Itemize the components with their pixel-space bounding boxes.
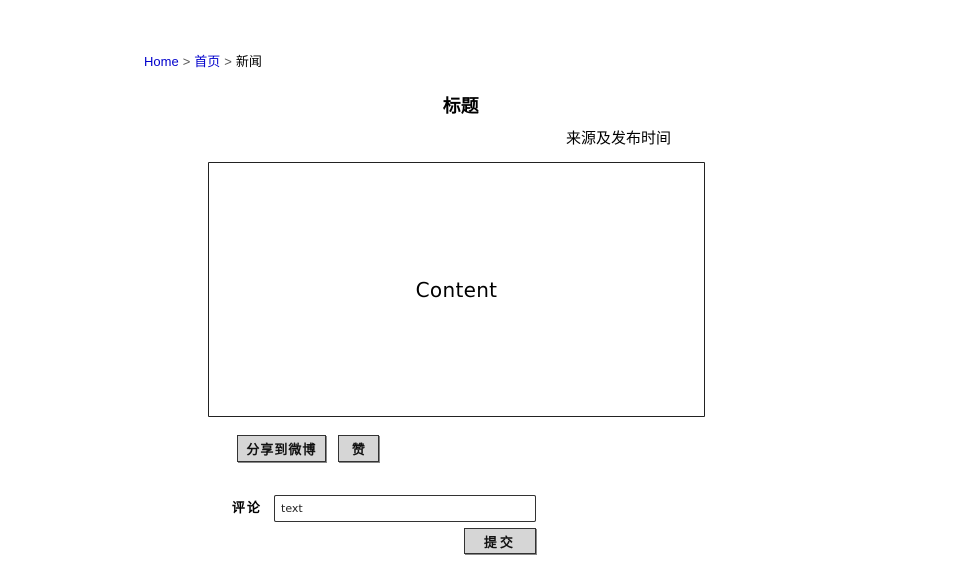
breadcrumb-index-link[interactable]: 首页 <box>194 54 220 69</box>
like-button[interactable]: 赞 <box>338 435 379 462</box>
submit-comment-button[interactable]: 提交 <box>464 528 536 554</box>
breadcrumb-home-link[interactable]: Home <box>144 54 179 69</box>
article-content-text: Content <box>415 277 498 302</box>
comment-label: 评论 <box>232 501 263 516</box>
share-to-weibo-button[interactable]: 分享到微博 <box>237 435 326 462</box>
breadcrumb-separator: > <box>182 54 191 69</box>
breadcrumb-separator: > <box>224 54 232 69</box>
article-source-time: 来源及发布时间 <box>566 129 672 147</box>
breadcrumb: Home > 首页 > 新闻 <box>144 54 262 70</box>
comment-input[interactable] <box>274 495 536 522</box>
article-title: 标题 <box>443 96 479 117</box>
article-content-box: Content <box>208 162 705 417</box>
breadcrumb-current: 新闻 <box>235 54 262 69</box>
